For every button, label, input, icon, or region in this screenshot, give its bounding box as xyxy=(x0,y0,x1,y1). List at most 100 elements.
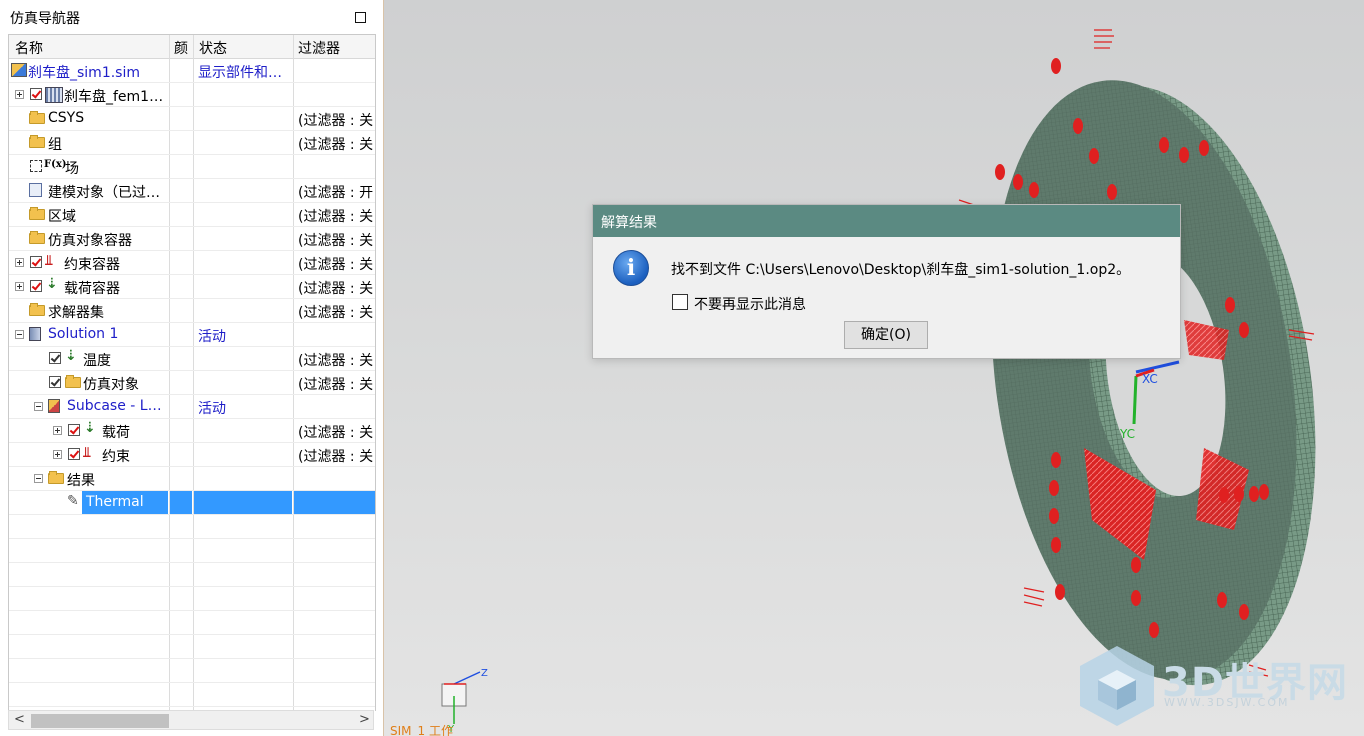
empty-row xyxy=(9,587,375,611)
expand-icon[interactable] xyxy=(15,258,24,267)
visibility-checkbox[interactable] xyxy=(68,424,80,436)
tree-row-temperature[interactable]: ⇣ 温度 (过滤器 : 关 xyxy=(9,347,375,371)
yc-axis-label: YC xyxy=(1119,427,1135,441)
dont-show-again-checkbox[interactable] xyxy=(672,294,688,310)
visibility-checkbox[interactable] xyxy=(30,256,42,268)
scroll-right-icon[interactable]: > xyxy=(359,712,370,727)
tree-row-label: 约束容器 xyxy=(64,257,120,273)
maximize-icon[interactable] xyxy=(355,12,366,23)
watermark-url: WWW.3DSJW.COM xyxy=(1164,696,1290,709)
folder-icon xyxy=(48,471,64,484)
tree-row-label: 建模对象（已过… xyxy=(48,185,160,201)
visibility-checkbox[interactable] xyxy=(30,88,42,100)
folder-icon xyxy=(29,207,45,220)
column-status-header[interactable]: 状态 xyxy=(199,38,227,58)
expand-icon[interactable] xyxy=(15,90,24,99)
empty-row xyxy=(9,563,375,587)
tree-row-constraints[interactable]: ⫫ 约束 (过滤器 : 关 xyxy=(9,443,375,467)
tree-row-thermal[interactable]: ✎ Thermal xyxy=(9,491,375,515)
tree-row-sim-file[interactable]: 刹车盘_sim1.sim 显示部件和… xyxy=(9,59,375,83)
scrollbar-thumb[interactable] xyxy=(31,714,169,728)
tree-row-status: 显示部件和… xyxy=(198,65,282,81)
empty-row xyxy=(9,683,375,707)
tree-row-solution-1[interactable]: Solution 1 活动 xyxy=(9,323,375,347)
expand-icon[interactable] xyxy=(53,450,62,459)
tree-row-label: 组 xyxy=(48,137,62,153)
tree-row-load-container[interactable]: ⇣ 载荷容器 (过滤器 : 关 xyxy=(9,275,375,299)
tree-row-filter: (过滤器 : 关 xyxy=(298,137,374,153)
tree-row-results[interactable]: 结果 xyxy=(9,467,375,491)
navigator-title: 仿真导航器 xyxy=(10,11,80,27)
tree-row-filter: (过滤器 : 关 xyxy=(298,233,374,249)
result-icon: ✎ xyxy=(67,493,79,509)
tree-row-filter: (过滤器 : 关 xyxy=(298,257,374,273)
visibility-checkbox[interactable] xyxy=(68,448,80,460)
navigator-tree: 名称 颜 状态 过滤器 刹车盘_sim1.sim 显示部件和… 刹车盘_fem1… xyxy=(8,34,376,711)
tree-header: 名称 颜 状态 过滤器 xyxy=(9,35,375,59)
tree-row-csys[interactable]: CSYS (过滤器 : 关 xyxy=(9,107,375,131)
horizontal-scrollbar[interactable]: < > xyxy=(8,710,374,730)
z-axis-label: Z xyxy=(481,668,488,679)
tree-row-label: 温度 xyxy=(83,353,111,369)
load-icon: ⇣ xyxy=(65,348,77,364)
collapse-icon[interactable] xyxy=(34,474,43,483)
visibility-checkbox[interactable] xyxy=(30,280,42,292)
graphics-viewport[interactable]: XC YC Z Y SIM_1 工作 3D世界网 WWW.3DSJW.COM xyxy=(384,0,1364,736)
navigator-titlebar: 仿真导航器 xyxy=(0,0,383,34)
column-color-header[interactable]: 颜 xyxy=(174,38,188,58)
column-name-header[interactable]: 名称 xyxy=(15,38,43,58)
collapse-icon[interactable] xyxy=(34,402,43,411)
dialog-message: 找不到文件 C:\Users\Lenovo\Desktop\刹车盘_sim1-s… xyxy=(671,262,1131,278)
expand-icon[interactable] xyxy=(53,426,62,435)
dialog-titlebar[interactable]: 解算结果 xyxy=(593,205,1180,237)
visibility-checkbox[interactable] xyxy=(49,376,61,388)
tree-row-filter: (过滤器 : 关 xyxy=(298,377,374,393)
solve-results-dialog: 解算结果 i 找不到文件 C:\Users\Lenovo\Desktop\刹车盘… xyxy=(592,204,1181,359)
empty-row xyxy=(9,611,375,635)
tree-row-filter: (过滤器 : 关 xyxy=(298,113,374,129)
tree-row-modeling-objects[interactable]: 建模对象（已过… (过滤器 : 开 xyxy=(9,179,375,203)
empty-row xyxy=(9,539,375,563)
tree-row-subcase[interactable]: Subcase - L… 活动 xyxy=(9,395,375,419)
xc-axis-label: XC xyxy=(1142,372,1158,386)
tree-row-label: 仿真对象容器 xyxy=(48,233,132,249)
load-icon: ⇣ xyxy=(84,420,96,436)
tree-row-label: Solution 1 xyxy=(48,326,119,342)
dont-show-again-label[interactable]: 不要再显示此消息 xyxy=(694,294,806,314)
tree-row-label: 约束 xyxy=(102,449,130,465)
ok-button[interactable]: 确定(O) xyxy=(844,321,928,349)
tree-row-constraint-container[interactable]: ⫫ 约束容器 (过滤器 : 关 xyxy=(9,251,375,275)
tree-row-loads[interactable]: ⇣ 载荷 (过滤器 : 关 xyxy=(9,419,375,443)
tree-row-label: Thermal xyxy=(86,494,144,510)
solution-icon xyxy=(29,327,41,341)
expand-icon[interactable] xyxy=(15,282,24,291)
scroll-left-icon[interactable]: < xyxy=(14,712,25,727)
tree-row-label: 结果 xyxy=(67,473,95,489)
column-filter-header[interactable]: 过滤器 xyxy=(298,38,340,58)
tree-row-label: 载荷 xyxy=(102,425,130,441)
dialog-title: 解算结果 xyxy=(601,215,657,231)
visibility-checkbox[interactable] xyxy=(49,352,61,364)
tree-row-filter: (过滤器 : 关 xyxy=(298,353,374,369)
tree-row-solver-sets[interactable]: 求解器集 (过滤器 : 关 xyxy=(9,299,375,323)
tree-row-label: 刹车盘_sim1.sim xyxy=(28,65,140,81)
tree-row-sim-objects[interactable]: 仿真对象 (过滤器 : 关 xyxy=(9,371,375,395)
tree-row-label: Subcase - L… xyxy=(67,398,162,414)
tree-row-fields[interactable]: F(x) 场 xyxy=(9,155,375,179)
tree-row-filter: (过滤器 : 关 xyxy=(298,425,374,441)
tree-row-sim-object-container[interactable]: 仿真对象容器 (过滤器 : 关 xyxy=(9,227,375,251)
tree-row-regions[interactable]: 区域 (过滤器 : 关 xyxy=(9,203,375,227)
work-part-label: SIM_1 工作 xyxy=(390,724,453,736)
tree-row-label: 刹车盘_fem1… xyxy=(64,89,164,105)
subcase-icon xyxy=(48,399,60,413)
tree-row-filter: (过滤器 : 关 xyxy=(298,281,374,297)
tree-row-filter: (过滤器 : 开 xyxy=(298,185,374,201)
sim-object-icon xyxy=(65,375,81,388)
brake-disc-model: XC YC Z Y xyxy=(441,29,1316,735)
collapse-icon[interactable] xyxy=(15,330,24,339)
visibility-checkbox[interactable] xyxy=(30,160,42,172)
tree-row-fem[interactable]: 刹车盘_fem1… xyxy=(9,83,375,107)
field-function-icon: F(x) xyxy=(44,159,67,170)
tree-row-filter: (过滤器 : 关 xyxy=(298,305,374,321)
tree-row-groups[interactable]: 组 (过滤器 : 关 xyxy=(9,131,375,155)
